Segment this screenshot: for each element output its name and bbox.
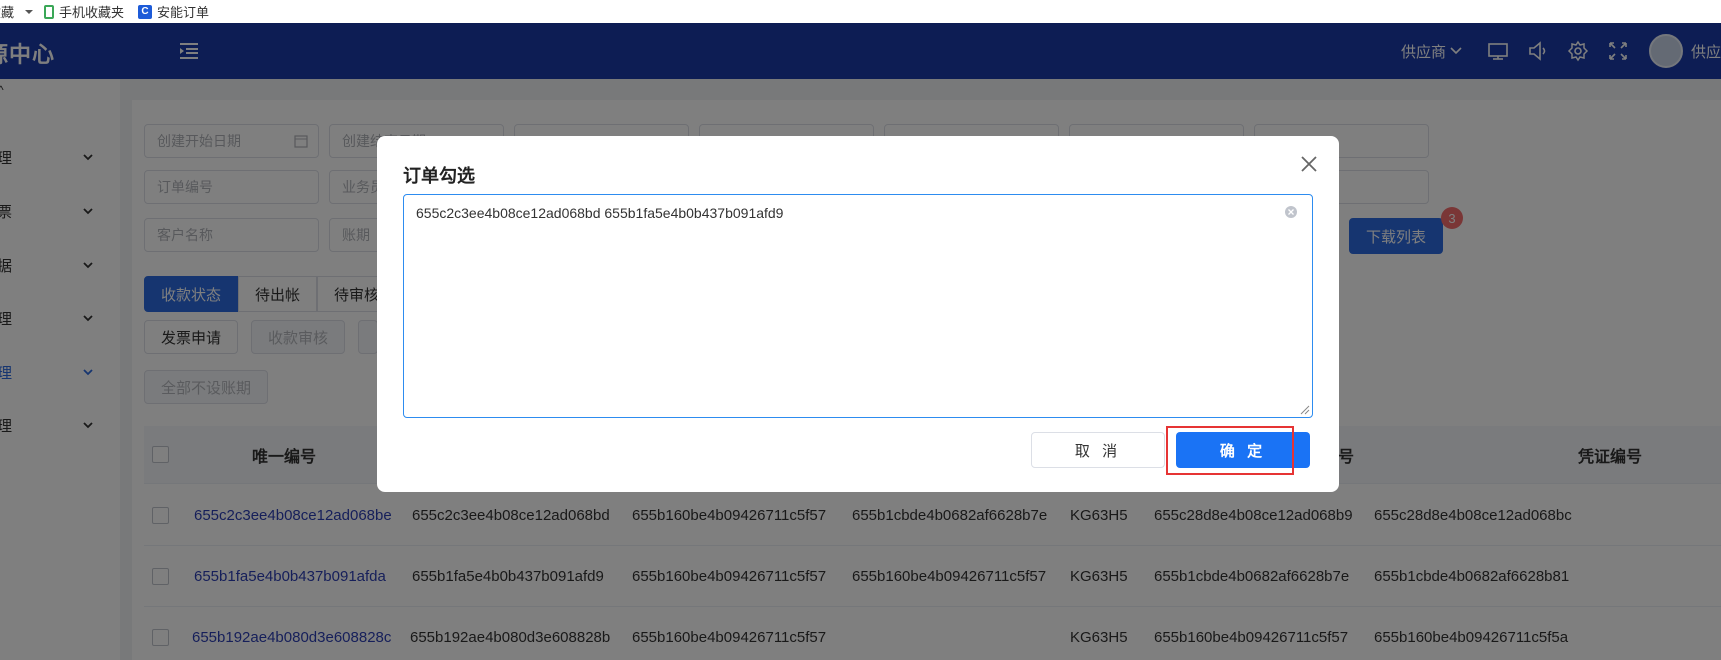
bookmark-orders[interactable]: C 安能订单	[138, 2, 209, 21]
bookmark-favorites-label: 收藏	[0, 5, 15, 20]
close-icon[interactable]	[1299, 154, 1319, 174]
confirm-highlight-box	[1166, 426, 1294, 475]
chevron-down-icon	[25, 9, 34, 14]
bookmarks-bar: 收藏 手机收藏夹 C 安能订单	[0, 0, 1721, 23]
clear-icon[interactable]	[1284, 205, 1298, 219]
bookmark-favorites[interactable]: 收藏	[0, 2, 34, 21]
bookmark-mobile-label: 手机收藏夹	[59, 5, 125, 20]
dialog-title: 订单勾选	[403, 166, 475, 186]
phone-icon	[44, 4, 55, 19]
order-select-dialog: 订单勾选 655c2c3ee4b08ce12ad068bd 655b1fa5e4…	[377, 136, 1339, 492]
c-logo-icon: C	[138, 4, 153, 19]
textarea-value: 655c2c3ee4b08ce12ad068bd 655b1fa5e4b0b43…	[416, 205, 784, 221]
bookmark-orders-label: 安能订单	[157, 5, 210, 20]
bookmark-mobile[interactable]: 手机收藏夹	[44, 2, 124, 21]
resize-handle-icon[interactable]	[1300, 405, 1310, 415]
order-ids-textarea[interactable]: 655c2c3ee4b08ce12ad068bd 655b1fa5e4b0b43…	[403, 194, 1313, 418]
cancel-button[interactable]: 取 消	[1031, 432, 1165, 468]
